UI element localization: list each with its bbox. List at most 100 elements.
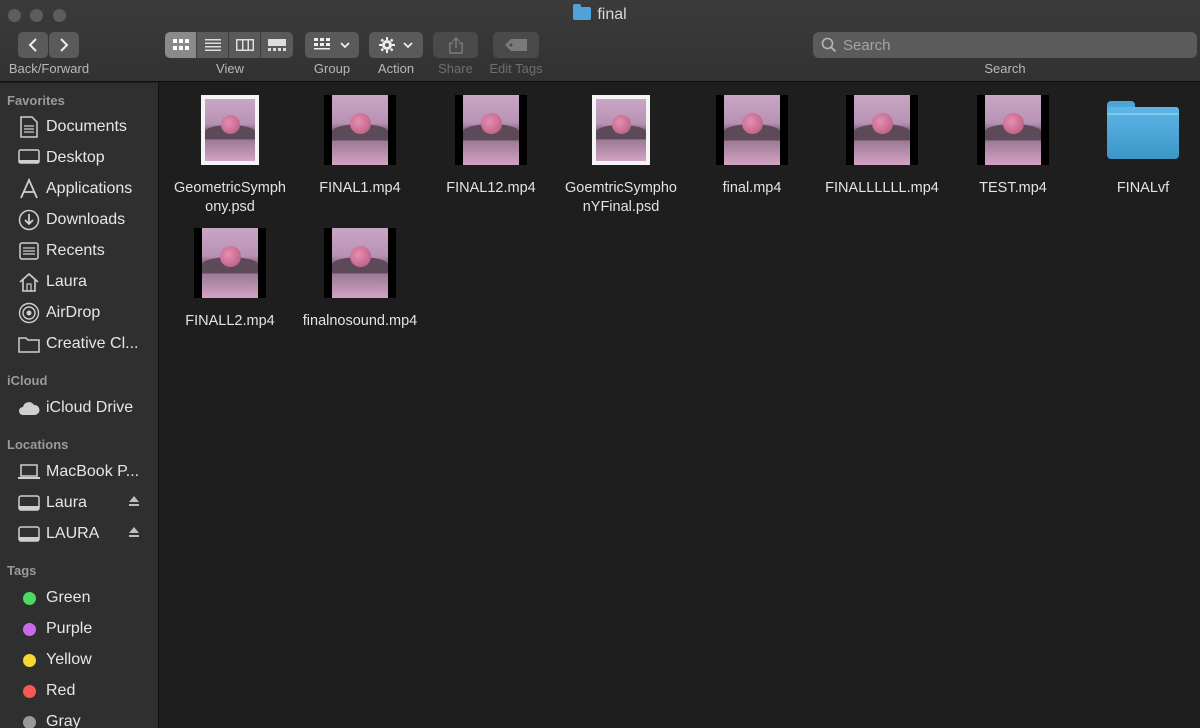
gallery-view-button[interactable]: [261, 32, 293, 58]
sidebar-item-label: Laura: [46, 273, 87, 290]
sidebar-item-airdrop[interactable]: AirDrop: [0, 299, 158, 327]
share-icon: [448, 36, 463, 54]
view-label: View: [216, 61, 244, 76]
eject-icon[interactable]: [128, 495, 140, 507]
forward-button[interactable]: [49, 32, 79, 58]
file-name: FINALL2.mp4: [185, 313, 275, 329]
column-view-button[interactable]: [229, 32, 261, 58]
search-label: Search: [984, 61, 1026, 76]
file-name: FINAL1.mp4: [319, 180, 401, 196]
image-thumbnail: [201, 95, 259, 165]
desktop-icon: [17, 147, 41, 169]
applications-icon: [17, 178, 41, 200]
edit-tags-label: Edit Tags: [489, 61, 543, 76]
sidebar-tag-green[interactable]: Green: [0, 584, 158, 612]
toolbar: final Back/Forward View Group Action Sha…: [0, 0, 1200, 82]
sidebar-item-macbook[interactable]: MacBook P...: [0, 458, 158, 486]
locations-header: Locations: [7, 437, 69, 452]
list-view-button[interactable]: [197, 32, 229, 58]
window-title-text: final: [597, 6, 627, 23]
folder-icon: [1107, 101, 1179, 159]
eject-icon[interactable]: [128, 526, 140, 538]
group-icon: [314, 38, 330, 50]
sidebar-tag-red[interactable]: Red: [0, 677, 158, 705]
sidebar-item-documents[interactable]: Documents: [0, 113, 158, 141]
file-item-finall2-mp4[interactable]: FINALL2.mp4: [160, 228, 300, 331]
file-item-finallllll-mp4[interactable]: FINALLLLLL.mp4: [812, 95, 952, 198]
video-thumbnail: [324, 228, 396, 298]
group-label: Group: [313, 61, 351, 76]
file-name: TEST.mp4: [979, 180, 1047, 196]
sidebar-item-label: Green: [46, 589, 91, 606]
back-button[interactable]: [18, 32, 48, 58]
airdrop-icon: [17, 302, 41, 324]
download-icon: [17, 209, 41, 231]
file-item-finalnosound-mp4[interactable]: finalnosound.mp4: [290, 228, 430, 331]
sidebar-item-icloud-drive[interactable]: iCloud Drive: [0, 394, 158, 422]
sidebar-item-label: MacBook P...: [46, 463, 140, 480]
file-item-final1-mp4[interactable]: FINAL1.mp4: [290, 95, 430, 198]
tag-dot-icon: [17, 618, 41, 640]
sidebar-item-label: Laura: [46, 494, 87, 511]
file-name: FINALvf: [1116, 180, 1170, 196]
drive-icon: [17, 492, 41, 514]
sidebar-tag-gray[interactable]: Gray: [0, 708, 158, 728]
document-icon: [17, 116, 41, 138]
file-item-finalvf-folder[interactable]: FINALvf: [1073, 95, 1200, 198]
sidebar-item-downloads[interactable]: Downloads: [0, 206, 158, 234]
chevron-right-icon: [60, 38, 69, 52]
sidebar-tag-purple[interactable]: Purple: [0, 615, 158, 643]
icon-view-button[interactable]: [165, 32, 197, 58]
laptop-icon: [17, 461, 41, 483]
share-button[interactable]: [433, 32, 478, 58]
list-icon: [204, 39, 221, 51]
file-item-geometricsymphony-psd[interactable]: GeometricSymph ony.psd: [160, 95, 300, 217]
columns-icon: [235, 39, 254, 51]
sidebar-item-label: Gray: [46, 713, 81, 728]
sidebar: Favorites Documents Desktop Applications…: [0, 83, 159, 728]
window-title: final: [0, 4, 1200, 24]
sidebar-item-applications[interactable]: Applications: [0, 175, 158, 203]
sidebar-item-label: Documents: [46, 118, 127, 135]
sidebar-item-creative-cloud[interactable]: Creative Cl...: [0, 330, 158, 358]
back-forward-label: Back/Forward: [8, 61, 90, 76]
sidebar-item-laura-volume[interactable]: LAURA: [0, 520, 158, 548]
gallery-icon: [268, 39, 286, 51]
file-name: GeometricSymph ony.psd: [173, 180, 286, 215]
file-grid: GeometricSymph ony.psd FINAL1.mp4 FINAL12…: [160, 83, 1200, 728]
home-icon: [17, 271, 41, 293]
tags-header: Tags: [7, 563, 37, 578]
search-input[interactable]: [843, 36, 1183, 54]
image-thumbnail: [592, 95, 650, 165]
folder-icon: [17, 333, 41, 355]
action-button[interactable]: [369, 32, 423, 58]
edit-tags-button[interactable]: [493, 32, 539, 58]
sidebar-tag-yellow[interactable]: Yellow: [0, 646, 158, 674]
sidebar-item-label: Yellow: [46, 651, 92, 668]
group-button[interactable]: [305, 32, 359, 58]
sidebar-item-laura-home[interactable]: Laura: [0, 268, 158, 296]
video-thumbnail: [846, 95, 918, 165]
search-field[interactable]: [813, 32, 1197, 58]
file-item-final12-mp4[interactable]: FINAL12.mp4: [421, 95, 561, 198]
tag-dot-icon: [17, 649, 41, 671]
chevron-left-icon: [28, 38, 37, 52]
sidebar-item-label: Red: [46, 682, 76, 699]
sidebar-item-recents[interactable]: Recents: [0, 237, 158, 265]
file-item-test-mp4[interactable]: TEST.mp4: [943, 95, 1083, 198]
sidebar-item-label: iCloud Drive: [46, 399, 134, 416]
sidebar-item-desktop[interactable]: Desktop: [0, 144, 158, 172]
file-name: finalnosound.mp4: [302, 313, 418, 329]
sidebar-item-label: Creative Cl...: [46, 335, 139, 352]
file-name: final.mp4: [722, 180, 782, 196]
sidebar-item-label: Applications: [46, 180, 133, 197]
video-thumbnail: [455, 95, 527, 165]
drive-icon: [17, 523, 41, 545]
tag-dot-icon: [17, 587, 41, 609]
file-item-final-mp4[interactable]: final.mp4: [682, 95, 822, 198]
sidebar-item-laura-drive[interactable]: Laura: [0, 489, 158, 517]
gear-icon: [379, 37, 395, 53]
view-switcher: [165, 32, 293, 58]
file-item-goemtricsymphonyfinal-psd[interactable]: GoemtricSympho nYFinal.psd: [551, 95, 691, 217]
icon-grid-icon: [172, 39, 189, 50]
